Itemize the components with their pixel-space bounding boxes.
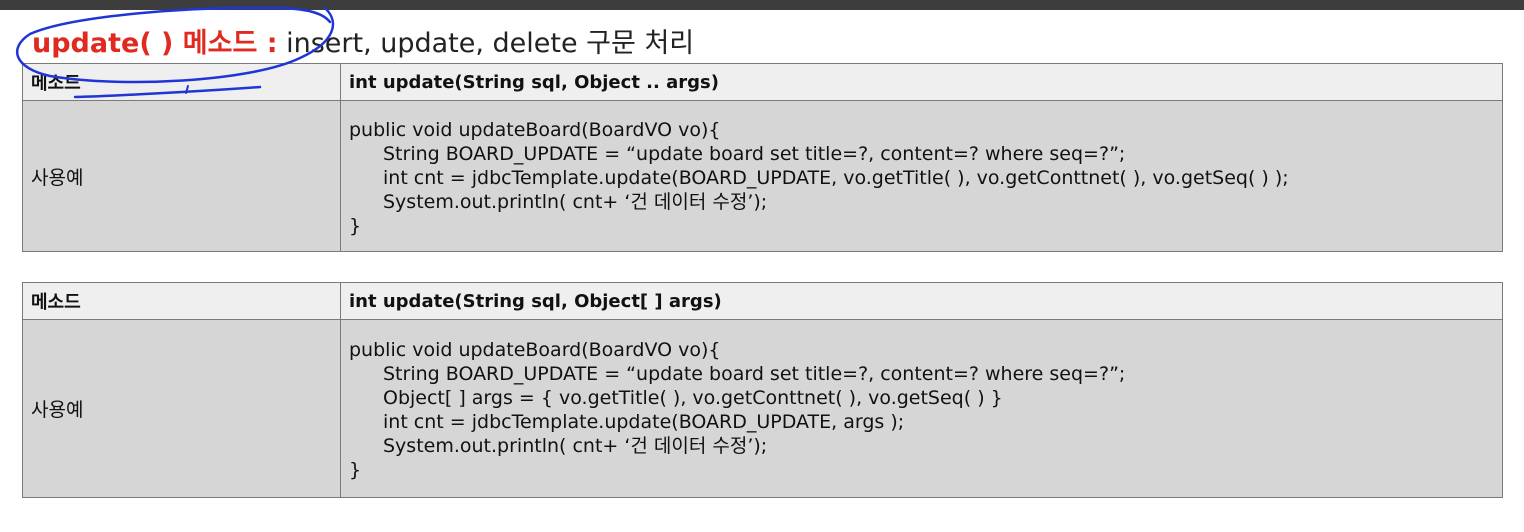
method-table-varargs: 메소드 int update(String sql, Object .. arg… bbox=[22, 63, 1503, 252]
method-signature: int update(String sql, Object[ ] args) bbox=[340, 282, 1503, 320]
example-label: 사용예 bbox=[22, 100, 341, 252]
method-label: 메소드 bbox=[22, 282, 341, 320]
code-line: } bbox=[349, 214, 362, 237]
method-row: 메소드 int update(String sql, Object[ ] arg… bbox=[22, 282, 1503, 320]
code-line: System.out.println( cnt+ ‘건 데이터 수정’); bbox=[383, 435, 768, 457]
slide-heading: update( ) 메소드 : insert, update, delete 구… bbox=[32, 26, 694, 62]
window-top-bar bbox=[0, 0, 1524, 10]
example-row: 사용예 public void updateBoard(BoardVO vo){… bbox=[22, 100, 1503, 252]
code-line: int cnt = jdbcTemplate.update(BOARD_UPDA… bbox=[383, 166, 1289, 189]
method-signature: int update(String sql, Object .. args) bbox=[340, 63, 1503, 101]
code-line: public void updateBoard(BoardVO vo){ bbox=[349, 118, 721, 141]
code-line: Object[ ] args = { vo.getTitle( ), vo.ge… bbox=[383, 387, 1003, 409]
example-code-block: public void updateBoard(BoardVO vo){ Str… bbox=[340, 319, 1503, 498]
method-row: 메소드 int update(String sql, Object .. arg… bbox=[22, 63, 1503, 101]
code-line: public void updateBoard(BoardVO vo){ bbox=[349, 339, 721, 361]
code-line: String BOARD_UPDATE = “update board set … bbox=[383, 142, 1126, 165]
example-label: 사용예 bbox=[22, 319, 341, 498]
method-table-array: 메소드 int update(String sql, Object[ ] arg… bbox=[22, 282, 1503, 498]
example-code-block: public void updateBoard(BoardVO vo){ Str… bbox=[340, 100, 1503, 252]
code-line: int cnt = jdbcTemplate.update(BOARD_UPDA… bbox=[383, 411, 905, 433]
example-row: 사용예 public void updateBoard(BoardVO vo){… bbox=[22, 319, 1503, 498]
code-line: } bbox=[349, 459, 362, 481]
code-line: System.out.println( cnt+ ‘건 데이터 수정’); bbox=[383, 190, 768, 213]
code-line: String BOARD_UPDATE = “update board set … bbox=[383, 363, 1126, 385]
heading-keyword: update( ) 메소드 : bbox=[32, 28, 278, 59]
heading-description: insert, update, delete 구문 처리 bbox=[277, 28, 695, 59]
method-label: 메소드 bbox=[22, 63, 341, 101]
